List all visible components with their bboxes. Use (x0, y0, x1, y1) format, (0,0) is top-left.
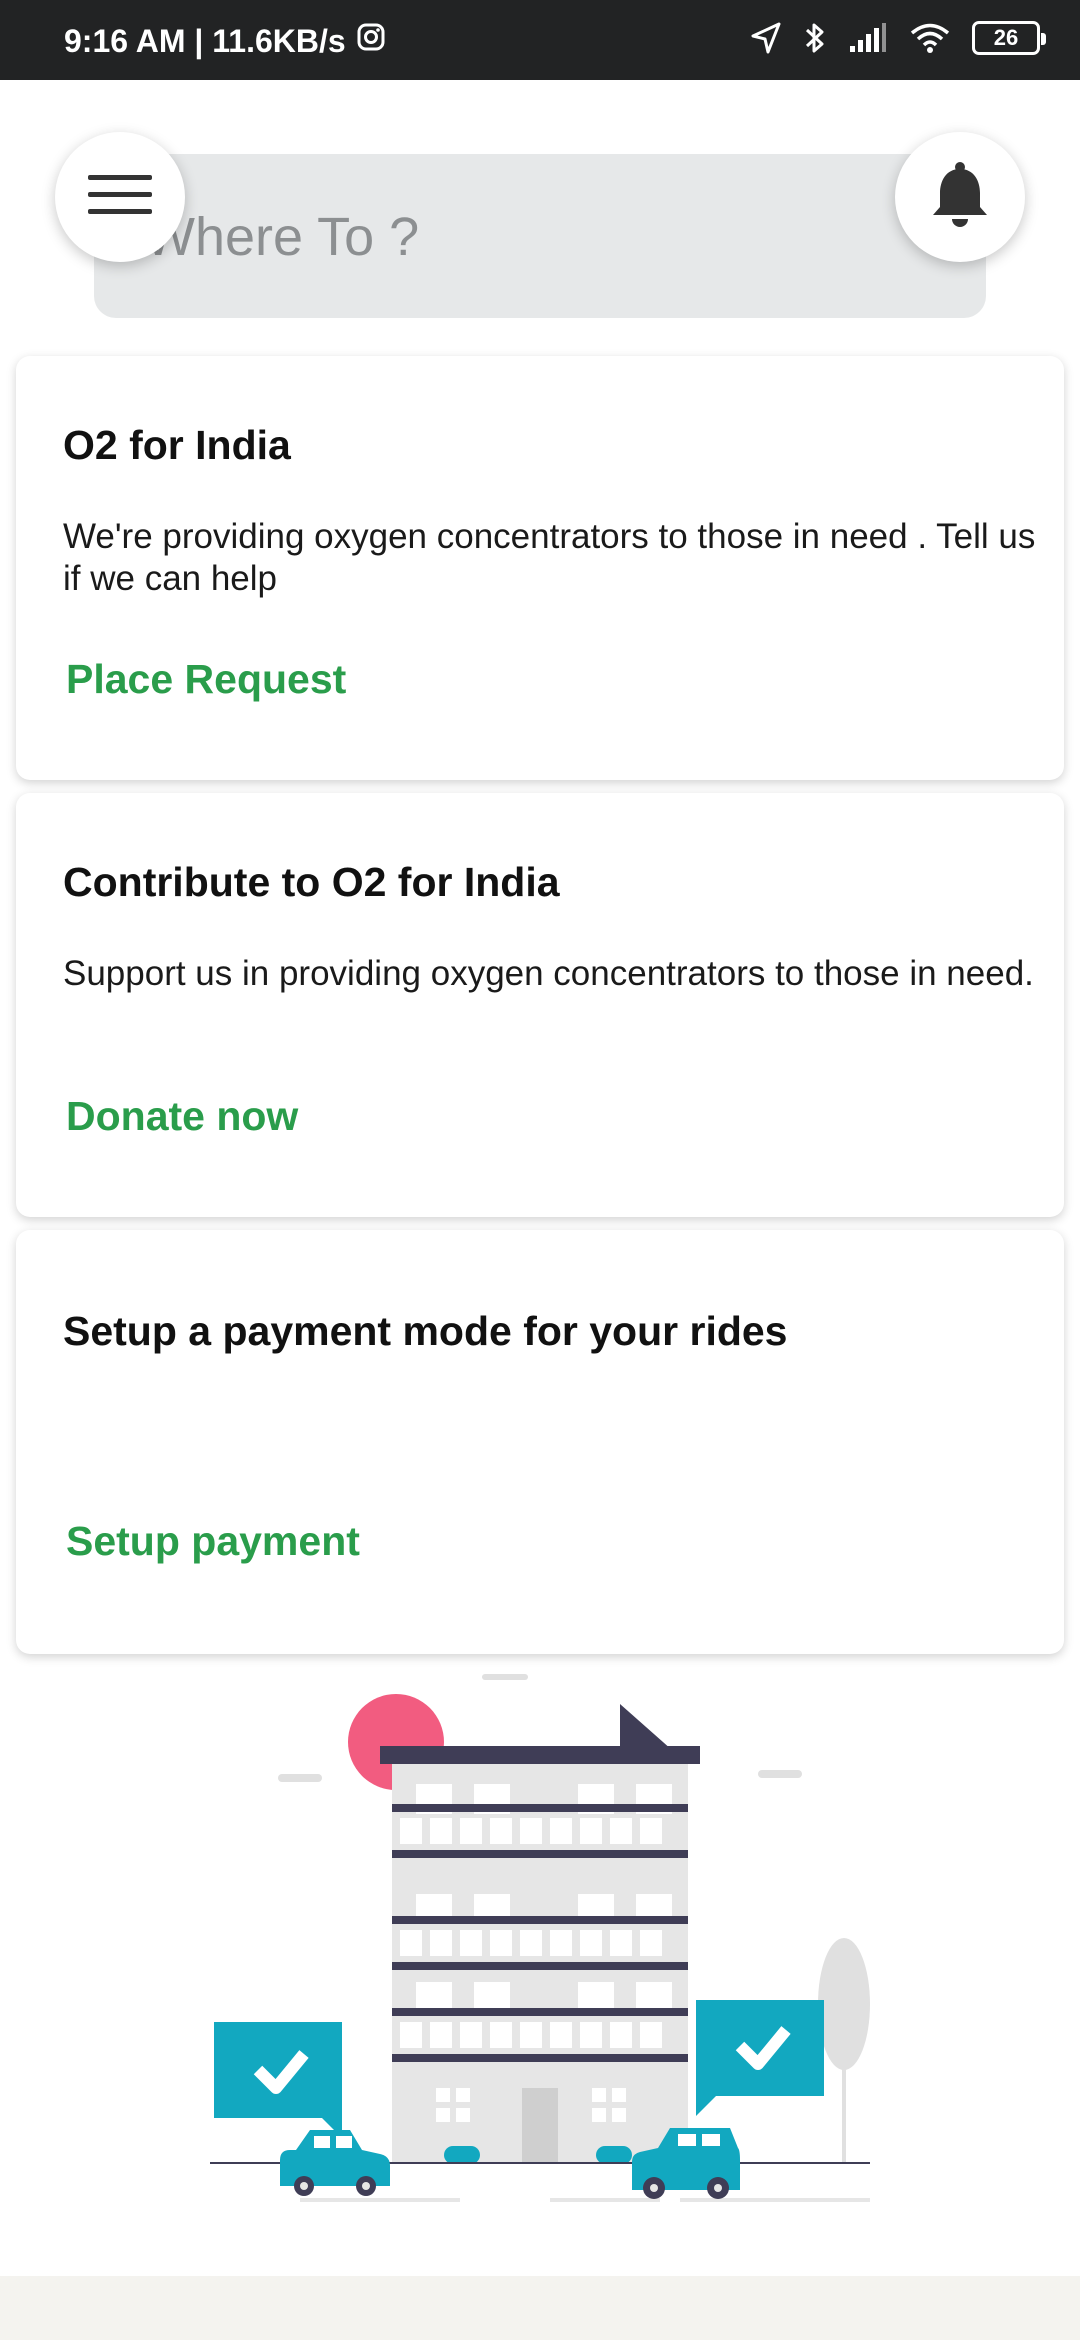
battery-level: 26 (993, 25, 1019, 50)
donate-now-button[interactable]: Donate now (66, 1093, 298, 1140)
search-placeholder: Where To ? (144, 207, 420, 267)
place-request-button[interactable]: Place Request (66, 656, 346, 703)
status-left: 9:16 AM | 11.6KB/s (64, 22, 386, 60)
location-icon (750, 21, 782, 55)
wifi-icon (910, 22, 950, 54)
status-bar: 9:16 AM | 11.6KB/s 26 (0, 0, 1080, 80)
bottom-strip (0, 2276, 1080, 2340)
menu-button[interactable] (55, 132, 185, 262)
search-input[interactable]: Where To ? (94, 154, 986, 318)
bluetooth-icon (804, 20, 826, 56)
card-o2-for-india: O2 for India We're providing oxygen conc… (16, 356, 1064, 780)
hamburger-icon (88, 171, 152, 224)
battery-indicator: 26 (972, 21, 1046, 55)
setup-payment-button[interactable]: Setup payment (66, 1518, 360, 1565)
city-illustration (200, 1660, 880, 2220)
card-title: Setup a payment mode for your rides (63, 1308, 788, 1354)
card-title: O2 for India (63, 422, 291, 468)
status-right: 26 (750, 20, 1046, 56)
card-setup-payment: Setup a payment mode for your rides Setu… (16, 1230, 1064, 1654)
signal-icon (848, 22, 888, 54)
card-description: Support us in providing oxygen concentra… (63, 954, 1034, 993)
notifications-button[interactable] (895, 132, 1025, 262)
card-title: Contribute to O2 for India (63, 859, 560, 905)
status-time-speed: 9:16 AM | 11.6KB/s (64, 22, 346, 59)
instagram-icon (356, 22, 386, 60)
card-description: We're providing oxygen concentrators to … (63, 517, 1036, 598)
bell-icon (930, 161, 990, 234)
card-contribute: Contribute to O2 for India Support us in… (16, 793, 1064, 1217)
